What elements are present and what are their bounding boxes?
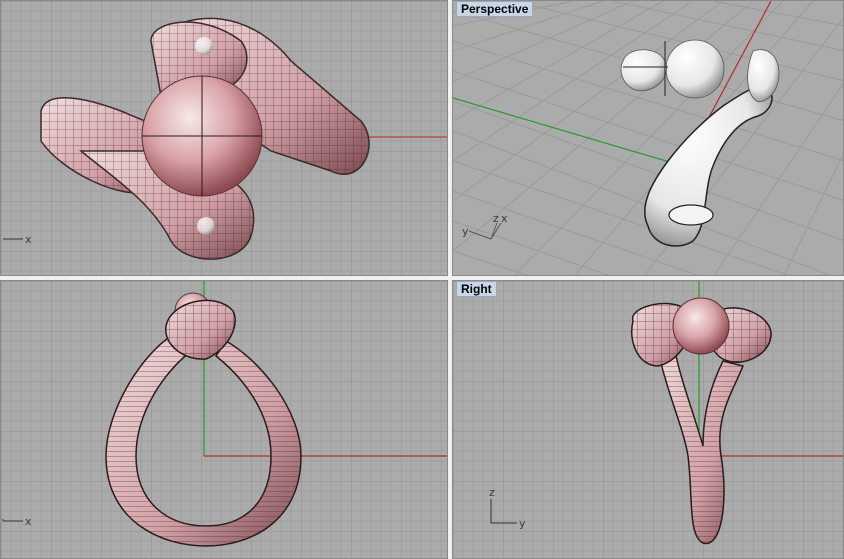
axis-label-y: y <box>519 517 526 530</box>
right-viewport-canvas[interactable]: z y <box>453 281 844 559</box>
viewport-right[interactable]: z y Right <box>452 280 844 559</box>
viewport-front[interactable]: x <box>0 280 448 559</box>
svg-text:x: x <box>25 515 32 528</box>
front-viewport-canvas[interactable]: x <box>1 281 448 559</box>
top-viewport-canvas[interactable]: x <box>1 1 448 276</box>
viewport-top[interactable]: x <box>0 0 448 276</box>
svg-text:y: y <box>462 225 469 238</box>
viewport-title-perspective[interactable]: Perspective <box>456 1 534 17</box>
svg-text:z: z <box>493 212 499 225</box>
svg-text:x: x <box>501 212 508 225</box>
viewport-perspective[interactable]: y z x Perspective <box>452 0 844 276</box>
perspective-viewport-canvas[interactable]: y z x <box>453 1 844 276</box>
axis-label-z: z <box>489 486 495 499</box>
axis-label-x: x <box>25 233 32 246</box>
viewport-title-right[interactable]: Right <box>456 281 497 297</box>
